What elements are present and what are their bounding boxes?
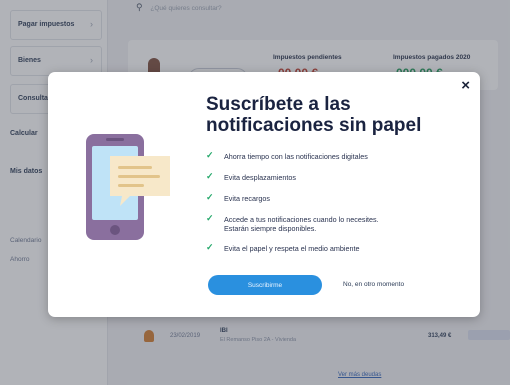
benefit-text: Ahorra tiempo con las notificaciones dig… — [224, 152, 368, 161]
check-icon: ✓ — [206, 192, 214, 202]
list-item: ✓ Evita el papel y respeta el medio ambi… — [206, 242, 360, 254]
phone-notification-illustration — [86, 134, 170, 240]
modal-title: Suscríbete a las notificaciones sin pape… — [206, 94, 422, 136]
later-link[interactable]: No, en otro momento — [343, 281, 404, 288]
list-item: ✓ Accede a tus notificaciones cuando lo … — [206, 213, 396, 234]
phone-home-button — [110, 225, 120, 235]
benefit-text: Evita recargos — [224, 194, 270, 203]
list-item: ✓ Evita desplazamientos — [206, 171, 296, 183]
bubble-line — [118, 184, 144, 187]
phone-speaker — [106, 138, 124, 141]
check-icon: ✓ — [206, 150, 214, 160]
subscribe-modal: × Suscríbete a las notificaciones sin pa… — [48, 72, 480, 317]
check-icon: ✓ — [206, 213, 214, 223]
benefit-text: Evita desplazamientos — [224, 173, 296, 182]
bubble-line — [118, 175, 160, 178]
list-item: ✓ Ahorra tiempo con las notificaciones d… — [206, 150, 368, 162]
check-icon: ✓ — [206, 171, 214, 181]
check-icon: ✓ — [206, 242, 214, 252]
subscribe-button[interactable]: Suscribirme — [208, 275, 322, 295]
close-icon[interactable]: × — [461, 78, 470, 93]
bubble-line — [118, 166, 152, 169]
list-item: ✓ Evita recargos — [206, 192, 270, 204]
benefit-text: Evita el papel y respeta el medio ambien… — [224, 244, 360, 253]
benefit-text: Accede a tus notificaciones cuando lo ne… — [224, 215, 379, 233]
